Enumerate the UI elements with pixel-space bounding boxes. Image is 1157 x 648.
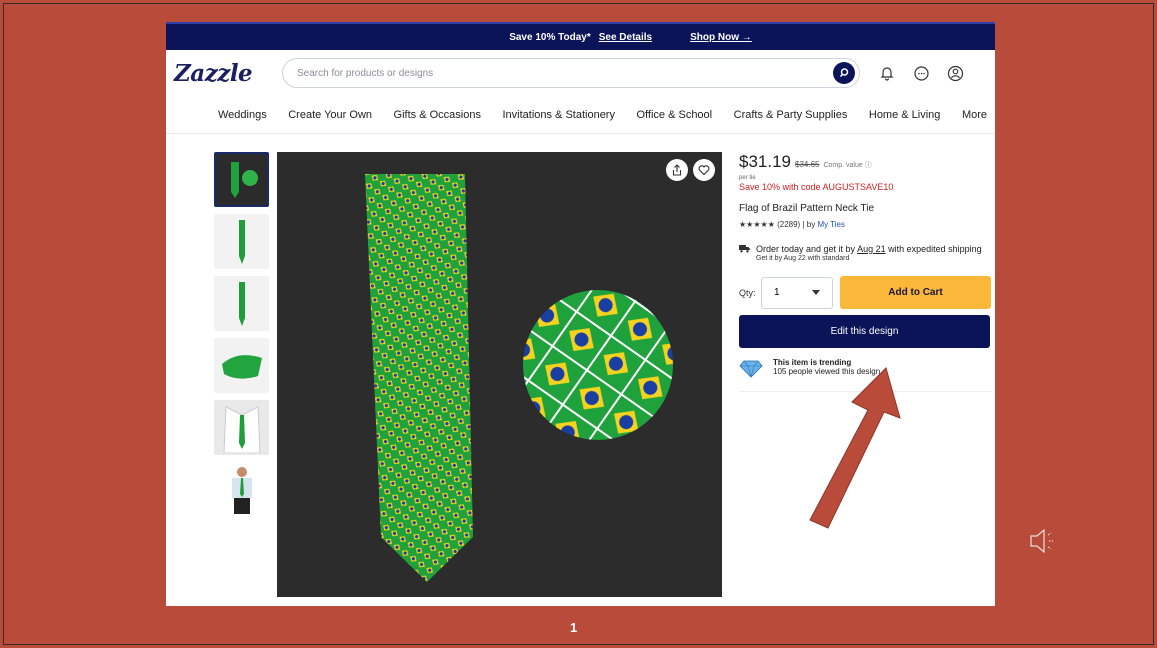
- product-name: Flag of Brazil Pattern Neck Tie: [739, 203, 875, 214]
- comp-value-label[interactable]: Comp. value ⓘ: [823, 160, 871, 170]
- chevron-down-icon: [812, 287, 820, 298]
- search-input[interactable]: Search for products or designs: [282, 58, 860, 88]
- quantity-select[interactable]: 1: [761, 276, 833, 309]
- thumbnail-3[interactable]: [214, 276, 269, 331]
- speaker-icon[interactable]: [1028, 525, 1060, 557]
- product-price: $31.19: [739, 152, 791, 171]
- delivery-prefix: Order today and get it by: [756, 244, 856, 254]
- edit-design-button[interactable]: Edit this design: [739, 315, 990, 348]
- thumbnail-2[interactable]: [214, 214, 269, 269]
- rating-row: ★★★★★ (2289) | by My Ties: [739, 220, 991, 229]
- delivery-date-link[interactable]: Aug 21: [857, 244, 886, 254]
- nav-item-weddings[interactable]: Weddings: [218, 109, 267, 121]
- add-to-cart-button[interactable]: Add to Cart: [840, 276, 991, 309]
- see-details-link[interactable]: See Details: [599, 32, 652, 43]
- nav-item-invitations-stationery[interactable]: Invitations & Stationery: [502, 109, 615, 121]
- shop-now-link[interactable]: Shop Now →: [690, 32, 752, 43]
- annotation-arrow: [809, 367, 901, 529]
- qty-value: 1: [774, 287, 780, 298]
- share-icon[interactable]: [666, 159, 688, 181]
- per-unit-label: per tie: [739, 175, 756, 181]
- nav-item-crafts-party[interactable]: Crafts & Party Supplies: [734, 109, 848, 121]
- product-info-panel: $31.19 $34.65 Comp. value ⓘ per tie Save…: [739, 152, 991, 392]
- thumbnail-6[interactable]: [214, 462, 269, 517]
- maker-link[interactable]: My Ties: [817, 220, 845, 229]
- nav-item-home-living[interactable]: Home & Living: [869, 109, 941, 121]
- category-nav: Weddings Create Your Own Gifts & Occasio…: [166, 96, 995, 134]
- promo-code-text: Save 10% with code AUGUSTSAVE10: [739, 182, 894, 192]
- nav-item-gifts-occasions[interactable]: Gifts & Occasions: [394, 109, 481, 121]
- slide-number: 1: [570, 620, 578, 635]
- bell-icon[interactable]: [878, 64, 896, 82]
- nav-item-create-your-own[interactable]: Create Your Own: [288, 109, 372, 121]
- thumbnail-5[interactable]: [214, 400, 269, 455]
- thumbnail-4[interactable]: [214, 338, 269, 393]
- nav-item-more[interactable]: More: [962, 109, 987, 121]
- search-icon[interactable]: [833, 62, 855, 84]
- delivery-standard: Get it by Aug 22 with standard: [756, 255, 850, 262]
- delivery-suffix: with expedited shipping: [888, 244, 982, 254]
- delivery-info: Order today and get it by Aug 21 with ex…: [739, 244, 991, 262]
- rating-stars: ★★★★★: [739, 220, 775, 229]
- site-header: Zazzle Search for products or designs: [166, 50, 995, 96]
- promo-save-text: Save 10% Today*: [509, 31, 591, 43]
- chat-icon[interactable]: [912, 64, 930, 82]
- main-product-image[interactable]: [277, 152, 722, 597]
- thumbnail-list: [214, 152, 271, 524]
- favorite-heart-icon[interactable]: [693, 159, 715, 181]
- promo-bar: Save 10% Today* See Details Shop Now →: [166, 22, 995, 50]
- truck-icon: [739, 244, 750, 262]
- account-icon[interactable]: [946, 64, 964, 82]
- nav-item-office-school[interactable]: Office & School: [637, 109, 713, 121]
- zazzle-logo[interactable]: Zazzle: [174, 60, 282, 87]
- search-placeholder: Search for products or designs: [297, 67, 434, 79]
- old-price: $34.65: [795, 160, 820, 169]
- diamond-icon: [739, 358, 763, 380]
- thumbnail-1[interactable]: [214, 152, 269, 207]
- rating-count[interactable]: (2289) | by: [777, 220, 815, 229]
- qty-label: Qty:: [739, 287, 756, 298]
